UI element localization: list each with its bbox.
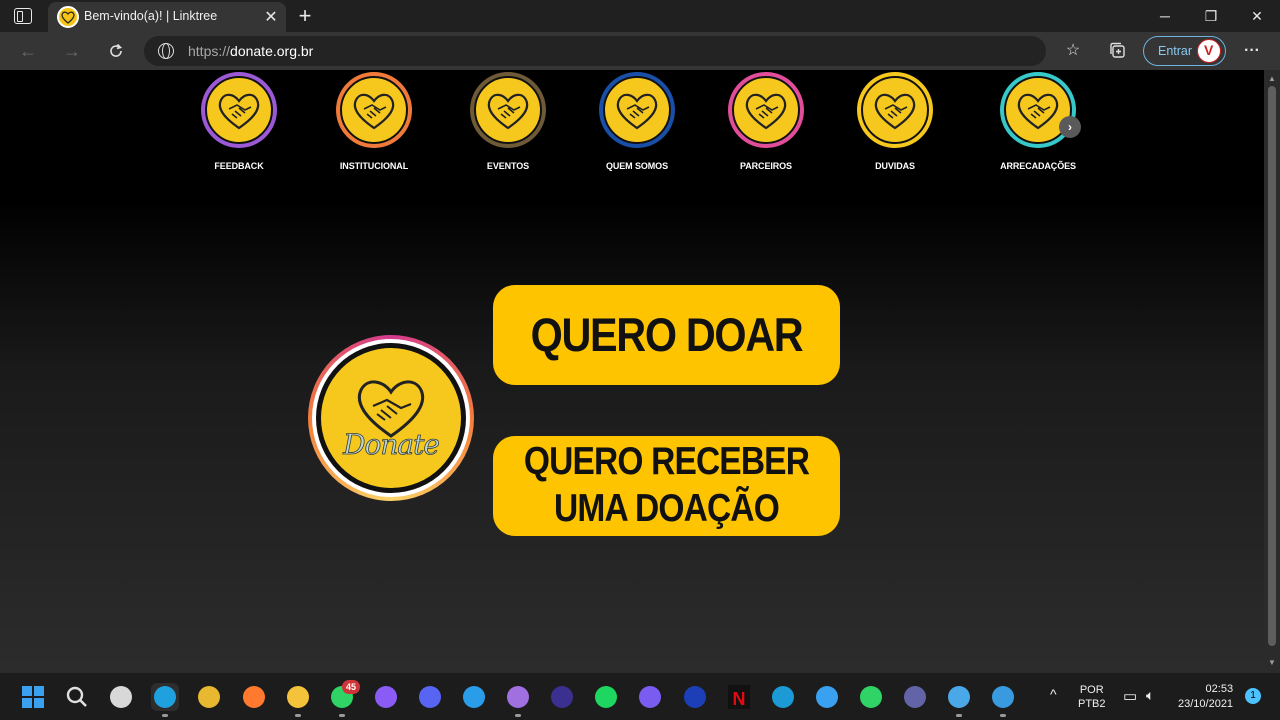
scroll-up-icon[interactable]: ▲ bbox=[1267, 74, 1277, 83]
search-icon[interactable] bbox=[63, 683, 91, 711]
handshake-heart-icon bbox=[474, 76, 542, 144]
story-highlight-duvidas[interactable]: DUVIDAS bbox=[840, 72, 950, 171]
running-indicator bbox=[1000, 714, 1007, 717]
vscode-icon[interactable] bbox=[460, 683, 488, 711]
task-view-icon[interactable] bbox=[107, 683, 135, 711]
language-indicator[interactable]: POR PTB2 bbox=[1078, 683, 1106, 711]
running-indicator bbox=[515, 714, 522, 717]
collections-icon[interactable] bbox=[1107, 41, 1127, 61]
story-label: EVENTOS bbox=[486, 161, 530, 171]
network-icon[interactable]: ▭ bbox=[1123, 687, 1137, 705]
azure-icon[interactable] bbox=[813, 683, 841, 711]
browser-toolbar: ← → https://donate.org.br ☆ Entrar ··· bbox=[0, 32, 1280, 70]
scroll-down-icon[interactable]: ▼ bbox=[1267, 658, 1277, 667]
story-label: PARCEIROS bbox=[740, 161, 792, 171]
whatsapp-badge: 45 bbox=[342, 680, 360, 694]
firefox-icon[interactable] bbox=[240, 683, 268, 711]
story-ring bbox=[599, 72, 675, 148]
running-indicator bbox=[956, 714, 963, 717]
taskbar: N ^ POR PTB2 ▭ 🔈︎ 02:53 23/10/2021 bbox=[0, 672, 1280, 720]
address-bar[interactable]: https://donate.org.br bbox=[144, 36, 1046, 66]
story-highlight-institucional[interactable]: INSTITUCIONAL bbox=[319, 72, 429, 171]
globe-icon bbox=[158, 43, 174, 59]
receive-donation-button[interactable]: QUERO RECEBER UMA DOAÇÃO bbox=[493, 436, 840, 536]
messenger-icon[interactable] bbox=[372, 683, 400, 711]
receive-button-line2: UMA DOAÇÃO bbox=[554, 487, 780, 530]
story-ring bbox=[470, 72, 546, 148]
tab-actions-icon[interactable] bbox=[14, 8, 32, 24]
svg-text:N: N bbox=[732, 689, 745, 709]
running-indicator bbox=[162, 714, 169, 717]
donate-logo: Donate bbox=[308, 335, 474, 501]
running-indicator bbox=[338, 714, 345, 717]
story-label: INSTITUCIONAL bbox=[339, 161, 409, 171]
story-label: ARRECADAÇÕES bbox=[1000, 161, 1076, 171]
prime-video-icon[interactable] bbox=[769, 683, 797, 711]
netflix-icon[interactable]: N bbox=[725, 683, 753, 711]
tray-expand-icon[interactable]: ^ bbox=[1050, 686, 1057, 702]
handshake-heart-icon bbox=[861, 76, 929, 144]
browser-tab[interactable]: Bem-vindo(a)! | Linktree ✕ bbox=[48, 2, 286, 32]
snipping-tool-icon[interactable] bbox=[945, 683, 973, 717]
close-window-button[interactable]: ✕ bbox=[1234, 4, 1280, 28]
favorite-star-icon[interactable]: ☆ bbox=[1063, 41, 1083, 61]
back-arrow-icon[interactable]: ← bbox=[16, 40, 40, 62]
story-ring bbox=[201, 72, 277, 148]
more-options-icon[interactable]: ··· bbox=[1242, 41, 1262, 61]
close-tab-icon[interactable]: ✕ bbox=[262, 7, 280, 27]
page-content: FEEDBACK INSTITUCIONAL EVENTOS QUEM SOMOS PA… bbox=[0, 70, 1264, 672]
notification-count[interactable]: 1 bbox=[1245, 688, 1261, 704]
story-ring bbox=[728, 72, 804, 148]
handshake-heart-icon bbox=[358, 380, 424, 438]
scroll-thumb[interactable] bbox=[1268, 86, 1276, 646]
new-tab-button[interactable]: + bbox=[294, 3, 316, 29]
receive-button-line1: QUERO RECEBER bbox=[523, 440, 810, 483]
forward-arrow-icon[interactable]: → bbox=[60, 40, 84, 62]
handshake-heart-icon bbox=[340, 76, 408, 144]
file-explorer-icon[interactable] bbox=[284, 683, 312, 717]
avatar bbox=[1197, 39, 1221, 63]
story-label: QUEM SOMOS bbox=[605, 161, 668, 171]
whatsapp-desktop-icon[interactable] bbox=[857, 683, 885, 711]
start-icon[interactable] bbox=[19, 683, 47, 711]
github-icon[interactable] bbox=[504, 683, 532, 717]
sign-in-button[interactable]: Entrar bbox=[1143, 36, 1226, 66]
story-ring bbox=[857, 72, 933, 148]
donate-button-label: QUERO DOAR bbox=[530, 308, 804, 361]
story-highlight-eventos[interactable]: EVENTOS bbox=[453, 72, 563, 171]
tab-title: Bem-vindo(a)! | Linktree bbox=[84, 9, 218, 23]
story-highlight-quem-somos[interactable]: QUEM SOMOS bbox=[582, 72, 692, 171]
running-indicator bbox=[294, 714, 301, 717]
amazon-music-icon[interactable] bbox=[548, 683, 576, 711]
tab-favicon-icon bbox=[57, 6, 79, 28]
photos-icon[interactable] bbox=[989, 683, 1017, 717]
discord-icon[interactable] bbox=[416, 683, 444, 711]
teams-icon[interactable] bbox=[901, 683, 929, 711]
page-scrollbar[interactable]: ▲ ▼ bbox=[1264, 70, 1280, 672]
volume-icon[interactable]: 🔈︎ bbox=[1146, 687, 1154, 704]
clock[interactable]: 02:53 23/10/2021 bbox=[1178, 682, 1233, 712]
refresh-icon[interactable] bbox=[104, 40, 128, 62]
browser-title-bar: Bem-vindo(a)! | Linktree ✕ + ─ ❐ ✕ bbox=[0, 0, 1280, 32]
handshake-heart-icon bbox=[603, 76, 671, 144]
mastodon-icon[interactable] bbox=[636, 683, 664, 711]
edge-icon[interactable] bbox=[151, 683, 180, 717]
carousel-next-button[interactable]: › bbox=[1059, 116, 1081, 138]
sign-in-label: Entrar bbox=[1158, 44, 1193, 58]
disney-plus-icon[interactable] bbox=[681, 683, 709, 711]
url-text[interactable]: https://donate.org.br bbox=[188, 43, 313, 59]
story-highlight-parceiros[interactable]: PARCEIROS bbox=[711, 72, 821, 171]
story-highlight-feedback[interactable]: FEEDBACK bbox=[184, 72, 294, 171]
restore-button[interactable]: ❐ bbox=[1188, 4, 1234, 28]
story-label: FEEDBACK bbox=[214, 161, 264, 171]
handshake-heart-icon bbox=[732, 76, 800, 144]
donate-button[interactable]: QUERO DOAR bbox=[493, 285, 840, 385]
story-label: DUVIDAS bbox=[875, 161, 915, 171]
minimize-button[interactable]: ─ bbox=[1142, 4, 1188, 28]
story-ring bbox=[336, 72, 412, 148]
handshake-heart-icon bbox=[205, 76, 273, 144]
spotify-icon[interactable] bbox=[592, 683, 620, 711]
logo-wordmark: Donate bbox=[343, 428, 441, 462]
chrome-icon[interactable] bbox=[195, 683, 223, 711]
